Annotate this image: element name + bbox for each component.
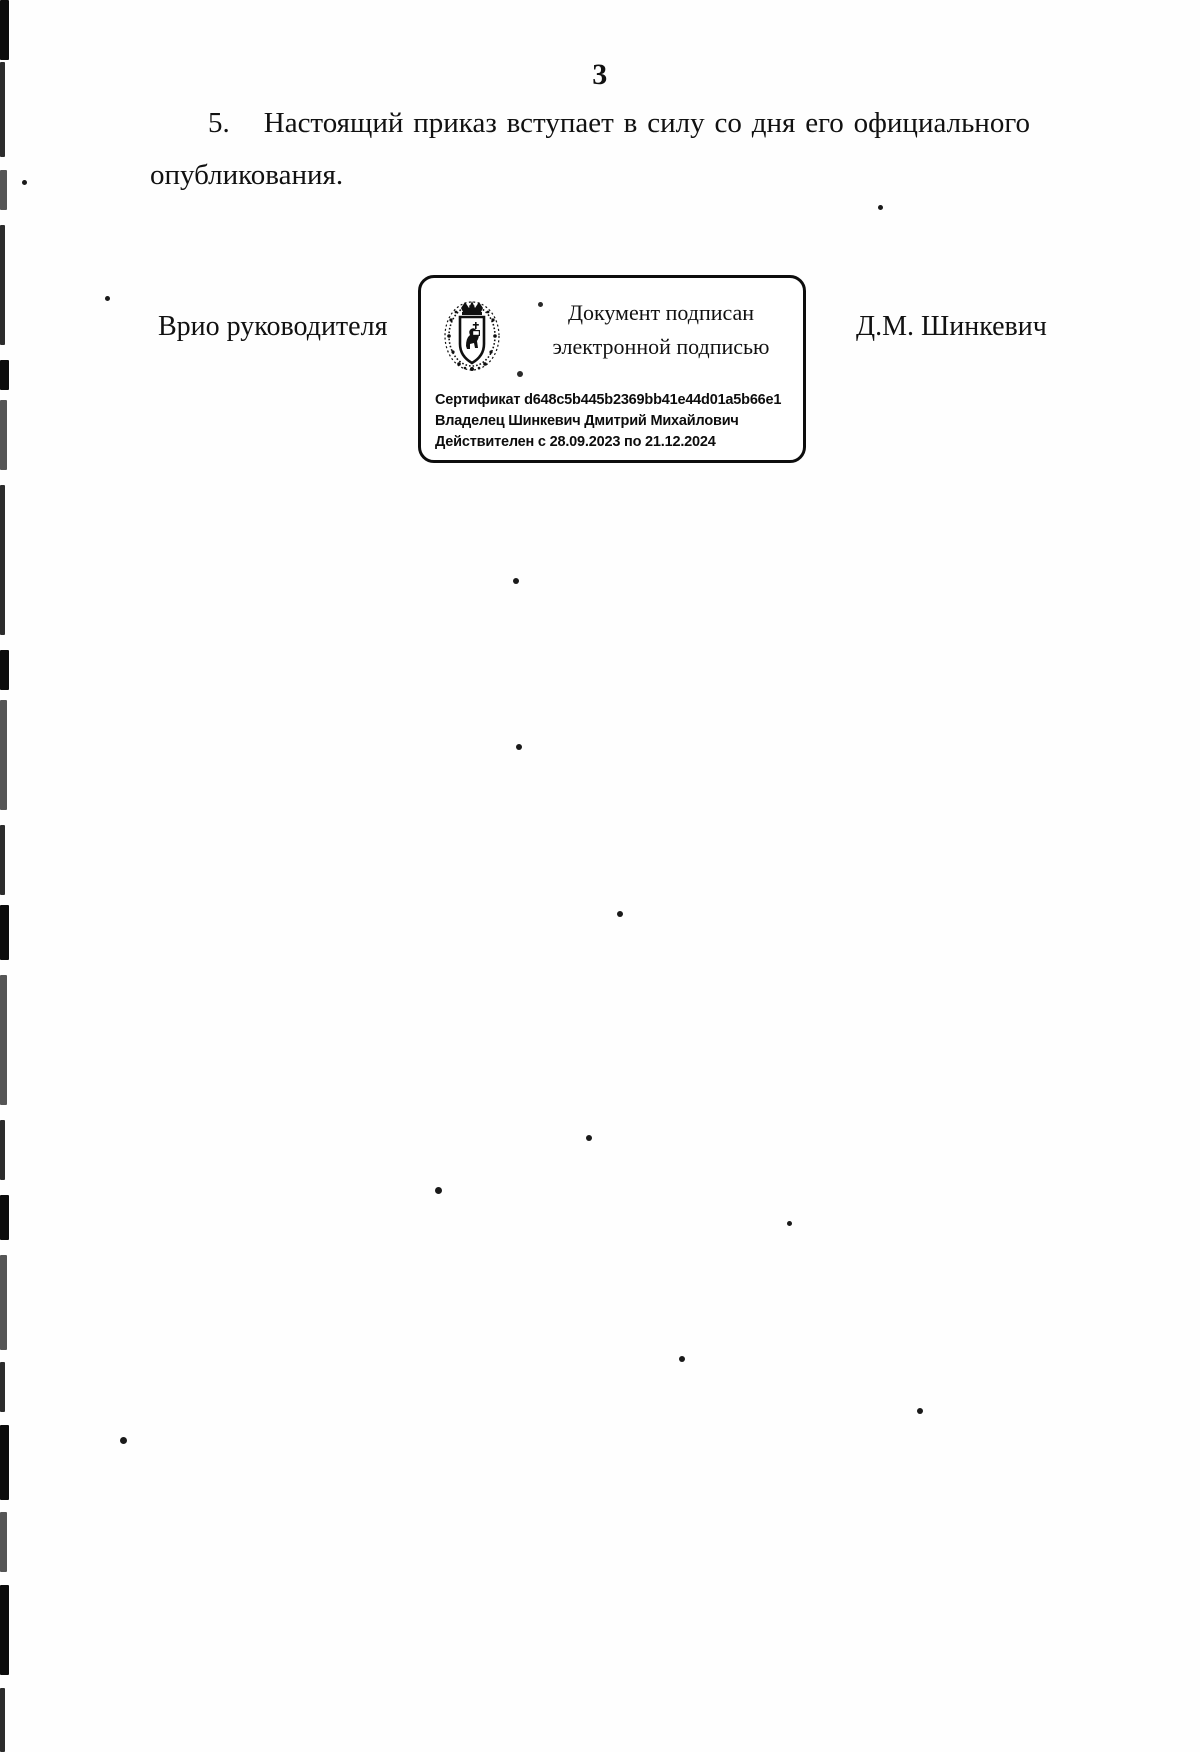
scan-binding-edge-artifact bbox=[0, 0, 14, 1752]
stamp-title: Документ подписан электронной подписью bbox=[525, 296, 797, 364]
paragraph-5: 5. Настоящий приказ вступает в силу со дн… bbox=[150, 97, 1030, 201]
coat-of-arms-emblem bbox=[444, 301, 500, 371]
paragraph-text: Настоящий приказ вступает в силу со дня … bbox=[150, 107, 1030, 191]
signature-block: Врио руководителя Документ подписан элек… bbox=[150, 275, 1050, 475]
stamp-certificate-line: Сертификат d648c5b445b2369bb41e44d01a5b6… bbox=[435, 392, 782, 408]
stamp-header: Документ подписан электронной подписью bbox=[421, 294, 809, 384]
stamp-owner-line: Владелец Шинкевич Дмитрий Михайлович bbox=[435, 413, 739, 429]
electronic-signature-stamp: Документ подписан электронной подписью С… bbox=[418, 275, 806, 463]
signer-role-label: Врио руководителя bbox=[158, 311, 388, 342]
paragraph-number: 5. bbox=[208, 107, 230, 139]
stamp-title-line-2: электронной подписью bbox=[552, 334, 770, 359]
scanned-document-page: 3 5. Настоящий приказ вступает в силу со … bbox=[0, 0, 1200, 1752]
stamp-title-line-1: Документ подписан bbox=[567, 300, 755, 325]
signer-name: Д.М. Шинкевич bbox=[856, 311, 1047, 342]
stamp-validity-line: Действителен с 28.09.2023 по 21.12.2024 bbox=[435, 434, 716, 450]
page-number: 3 bbox=[592, 58, 608, 91]
stamp-details: Сертификат d648c5b445b2369bb41e44d01a5b6… bbox=[435, 390, 807, 453]
